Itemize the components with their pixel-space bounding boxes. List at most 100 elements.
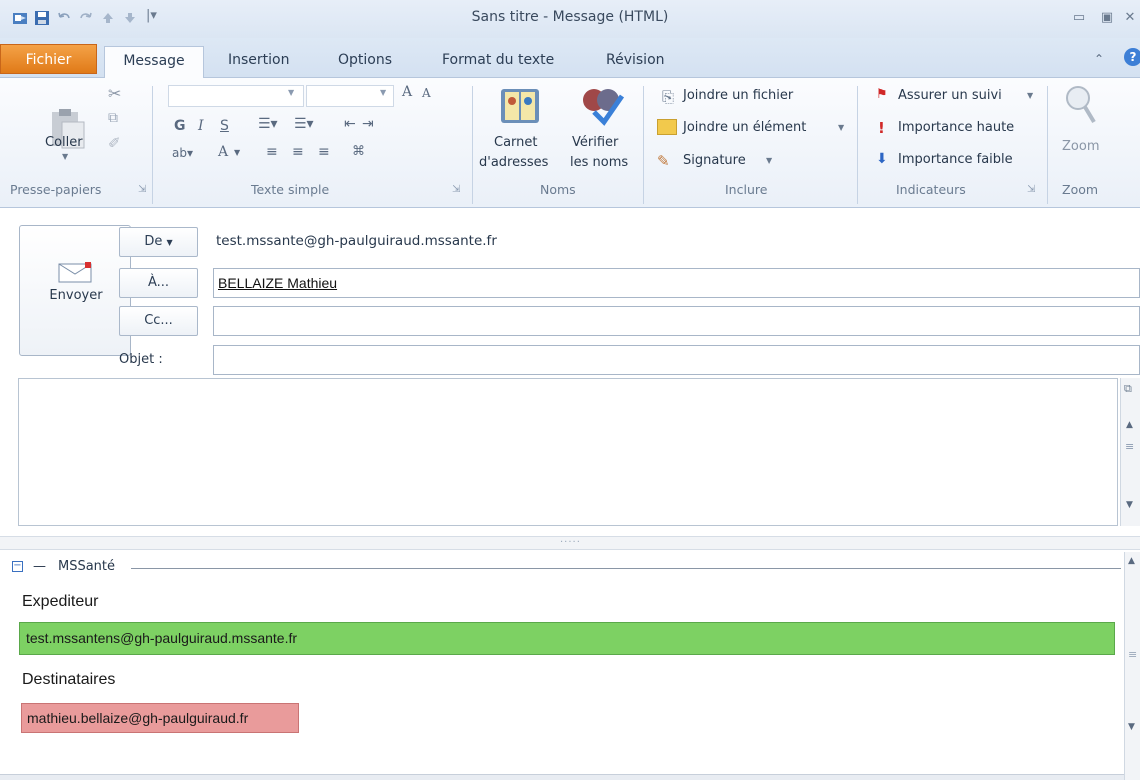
ribbon-separator [152, 86, 153, 204]
subject-field[interactable] [213, 345, 1140, 375]
bold-button[interactable]: G [174, 118, 186, 134]
close-icon[interactable]: ✕ [1120, 8, 1140, 28]
message-body[interactable] [18, 378, 1118, 526]
highlight-icon[interactable]: ab▾ [172, 146, 193, 160]
tab-message[interactable]: Message [104, 46, 204, 80]
tab-fichier[interactable]: Fichier [0, 44, 97, 74]
attach-item-icon[interactable] [657, 119, 677, 135]
send-icon [58, 262, 92, 283]
splitter-grip-icon[interactable]: ····· [560, 537, 581, 548]
format-painter-icon[interactable]: ✐ [108, 134, 121, 152]
ruler-icon[interactable]: ⧉ [1124, 382, 1132, 396]
pane-scroll-up-icon[interactable]: ▲ [1128, 556, 1135, 566]
bullets-icon[interactable]: ☰▾ [258, 116, 278, 132]
collapse-section-icon[interactable]: − [12, 561, 23, 572]
body-scrollbar[interactable]: ⧉ ▲ ≡ ▼ [1120, 378, 1140, 526]
align-center-icon[interactable]: ≡ [292, 144, 304, 160]
address-book-label-2[interactable]: d'adresses [479, 155, 548, 170]
cc-button[interactable]: Cc... [119, 306, 198, 336]
align-right-icon[interactable]: ≡ [318, 144, 330, 160]
low-importance-button[interactable]: Importance faible [898, 152, 1013, 167]
cut-icon[interactable]: ✂ [108, 84, 121, 103]
clipboard-launcher-icon[interactable]: ⇲ [138, 184, 146, 195]
ribbon-separator [472, 86, 473, 204]
cc-field[interactable] [213, 306, 1140, 336]
high-importance-icon[interactable]: ! [878, 119, 885, 137]
zoom-button[interactable]: Zoom [1062, 139, 1099, 154]
italic-button[interactable]: I [198, 118, 204, 134]
font-size-dropdown-icon[interactable]: ▼ [380, 88, 386, 97]
follow-up-button[interactable]: Assurer un suivi [898, 88, 1002, 103]
font-name-combo[interactable] [168, 85, 304, 107]
signature-icon[interactable]: ✎ [657, 152, 670, 170]
paste-dropdown-icon[interactable]: ▼ [62, 152, 68, 161]
paperclip-icon[interactable]: ⎘ [662, 88, 674, 106]
minimize-ribbon-icon[interactable]: ⌃ [1094, 52, 1104, 66]
group-label-zoom: Zoom [1062, 182, 1099, 197]
ribbon-separator [643, 86, 644, 204]
font-color-icon[interactable]: A [218, 144, 228, 160]
shrink-font-icon[interactable]: A [422, 86, 431, 100]
signature-dropdown-icon[interactable]: ▼ [766, 156, 772, 165]
check-names-icon[interactable] [578, 86, 626, 126]
tab-options[interactable]: Options [326, 46, 404, 78]
scroll-down-icon[interactable]: ▼ [1126, 500, 1133, 510]
decrease-indent-icon[interactable]: ⇤ [344, 116, 356, 132]
basic-text-launcher-icon[interactable]: ⇲ [452, 184, 460, 195]
attach-item-dropdown-icon[interactable]: ▼ [838, 123, 844, 132]
tags-launcher-icon[interactable]: ⇲ [1027, 184, 1035, 195]
font-color-dropdown-icon[interactable]: ▼ [234, 148, 240, 157]
underline-button[interactable]: S [220, 118, 229, 134]
sender-value-box: test.mssantens@gh-paulguiraud.mssante.fr [19, 622, 1115, 655]
align-left-icon[interactable]: ≡ [266, 144, 278, 160]
from-value: test.mssante@gh-paulguiraud.mssante.fr [216, 233, 497, 249]
styles-icon[interactable]: ⌘ [352, 144, 365, 159]
recipient-value-box: mathieu.bellaize@gh-paulguiraud.fr [21, 703, 299, 733]
from-dropdown-icon: ▼ [166, 238, 173, 247]
low-importance-icon[interactable]: ⬇ [876, 151, 888, 167]
ribbon-separator [857, 86, 858, 204]
window-title: Sans titre - Message (HTML) [471, 9, 669, 25]
scroll-up-icon[interactable]: ▲ [1126, 420, 1133, 430]
tab-revision[interactable]: Révision [594, 46, 677, 78]
follow-up-dropdown-icon[interactable]: ▼ [1027, 91, 1033, 100]
pane-splitter[interactable]: ····· [0, 536, 1140, 550]
help-icon[interactable]: ? [1124, 48, 1140, 66]
check-names-label-2[interactable]: les noms [570, 155, 628, 170]
paste-label[interactable]: Coller [45, 135, 83, 150]
pane-scroll-down-icon[interactable]: ▼ [1128, 722, 1135, 732]
numbering-icon[interactable]: ☰▾ [294, 116, 314, 132]
high-importance-button[interactable]: Importance haute [898, 120, 1014, 135]
ribbon-separator [1047, 86, 1048, 204]
increase-indent-icon[interactable]: ⇥ [362, 116, 374, 132]
font-name-dropdown-icon[interactable]: ▼ [288, 88, 294, 97]
minimize-icon[interactable]: ▭ [1066, 8, 1092, 28]
attach-file-button[interactable]: Joindre un fichier [683, 88, 793, 103]
address-book-icon[interactable] [499, 86, 541, 126]
pane-scroll-thumb-icon[interactable]: ≡ [1128, 648, 1137, 661]
to-button[interactable]: À... [119, 268, 198, 298]
scroll-thumb-icon[interactable]: ≡ [1125, 440, 1134, 453]
section-rule [131, 568, 1121, 569]
recipient-value: mathieu.bellaize@gh-paulguiraud.fr [27, 710, 249, 726]
send-button[interactable]: Envoyer [19, 225, 131, 356]
tab-insertion[interactable]: Insertion [216, 46, 301, 78]
tab-format-du-texte[interactable]: Format du texte [430, 46, 566, 78]
signature-button[interactable]: Signature [683, 153, 746, 168]
pane-scrollbar[interactable]: ▲ ≡ ▼ [1124, 552, 1140, 780]
zoom-icon[interactable] [1064, 84, 1098, 126]
attach-item-button[interactable]: Joindre un élément [683, 120, 806, 135]
to-field[interactable]: BELLAIZE Mathieu [213, 268, 1140, 298]
grow-font-icon[interactable]: A [402, 84, 412, 100]
address-book-label-1[interactable]: Carnet [494, 135, 538, 150]
check-names-label-1[interactable]: Vérifier [572, 135, 618, 150]
from-button[interactable]: De ▼ [119, 227, 198, 257]
maximize-icon[interactable]: ▣ [1094, 8, 1120, 28]
flag-icon[interactable]: ⚑ [876, 87, 888, 102]
subject-label: Objet : [119, 352, 163, 367]
recipients-label: Destinataires [22, 671, 116, 688]
copy-icon[interactable]: ⧉ [108, 110, 118, 126]
to-recipient[interactable]: BELLAIZE Mathieu [218, 275, 337, 291]
group-label-clipboard: Presse-papiers [10, 182, 102, 197]
sender-value: test.mssantens@gh-paulguiraud.mssante.fr [26, 630, 298, 646]
